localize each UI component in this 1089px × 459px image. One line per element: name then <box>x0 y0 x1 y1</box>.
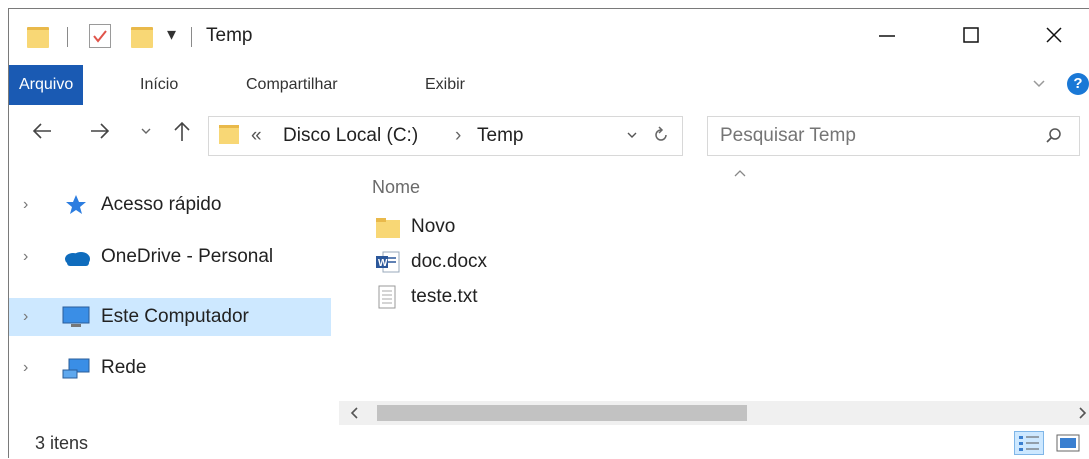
star-pin-icon <box>61 193 91 217</box>
folder-icon <box>219 125 239 144</box>
file-row[interactable]: teste.txt <box>375 281 478 313</box>
chevron-left-icon <box>350 407 358 419</box>
arrow-right-icon <box>91 123 110 139</box>
address-history-button[interactable] <box>625 128 639 147</box>
refresh-button[interactable] <box>651 125 671 150</box>
file-row[interactable]: W doc.docx <box>375 246 487 278</box>
maximize-icon <box>963 27 979 43</box>
close-icon <box>1046 27 1062 43</box>
new-folder-button[interactable] <box>131 27 153 48</box>
breadcrumb-temp[interactable]: Temp <box>477 125 523 147</box>
sidebar-item-este-computador[interactable]: › Este Computador <box>9 298 331 336</box>
tab-arquivo[interactable]: Arquivo <box>9 65 84 105</box>
properties-button[interactable] <box>89 24 111 48</box>
large-icons-view-icon <box>1056 434 1080 452</box>
sidebar-item-rede[interactable]: › Rede <box>9 349 331 387</box>
sidebar-item-acesso-rapido[interactable]: › Acesso rápido <box>9 186 331 224</box>
tab-compartilhar[interactable]: Compartilhar <box>246 65 338 105</box>
ribbon-tabs: Arquivo Início Compartilhar Exibir ? <box>9 65 1089 105</box>
horizontal-scrollbar[interactable] <box>339 401 1089 425</box>
file-list-pane: Nome Novo W doc.docx teste.txt <box>339 159 1089 401</box>
network-icon <box>61 356 91 380</box>
breadcrumb-overflow[interactable]: « <box>251 125 262 147</box>
arrow-left-icon <box>32 123 51 139</box>
help-button[interactable]: ? <box>1067 73 1089 95</box>
search-box[interactable] <box>707 116 1080 156</box>
text-file-icon <box>375 285 401 309</box>
close-button[interactable] <box>1034 15 1074 55</box>
search-icon[interactable] <box>1044 126 1064 151</box>
file-name: doc.docx <box>411 251 488 272</box>
tab-inicio[interactable]: Início <box>140 65 178 105</box>
scroll-left-button[interactable] <box>347 405 361 426</box>
large-icons-view-button[interactable] <box>1055 433 1081 458</box>
back-button[interactable] <box>31 120 53 147</box>
item-count: 3 itens <box>35 433 89 453</box>
word-doc-icon: W <box>375 250 401 274</box>
chevron-down-icon <box>627 132 637 138</box>
chevron-right-icon[interactable]: › <box>23 308 37 326</box>
forward-button[interactable] <box>89 120 111 147</box>
sidebar-item-label: Este Computador <box>101 306 249 327</box>
address-bar[interactable]: « Disco Local (C:) › Temp <box>208 116 683 156</box>
sidebar-item-label: OneDrive - Personal <box>101 246 274 267</box>
arrow-up-icon <box>174 121 190 141</box>
sort-ascending-icon <box>733 165 747 183</box>
search-input[interactable] <box>718 123 1022 149</box>
folder-icon <box>375 215 401 239</box>
breadcrumb-disco-local[interactable]: Disco Local (C:) <box>283 125 418 147</box>
chevron-down-icon <box>141 128 151 134</box>
scrollbar-thumb[interactable] <box>377 405 747 421</box>
minimize-icon <box>879 35 895 37</box>
chevron-right-icon[interactable]: › <box>23 248 37 266</box>
customize-toolbar-icon[interactable]: ▾ <box>167 24 176 45</box>
cloud-icon <box>61 245 91 269</box>
separator <box>191 27 192 47</box>
status-bar: 3 itens <box>9 429 1089 458</box>
separator <box>67 27 68 47</box>
breadcrumb-separator[interactable]: › <box>455 125 461 147</box>
file-explorer-window: ▾ Temp Arquivo Início Compartilhar Exibi… <box>8 8 1089 458</box>
title-bar: ▾ Temp <box>9 9 1089 64</box>
sidebar-item-label: Acesso rápido <box>101 194 222 215</box>
recent-locations-button[interactable] <box>139 124 153 143</box>
ribbon-expand-button[interactable] <box>1031 75 1047 96</box>
maximize-button[interactable] <box>951 15 991 55</box>
chevron-right-icon <box>1079 407 1087 419</box>
up-button[interactable] <box>171 119 193 148</box>
chevron-right-icon[interactable]: › <box>23 196 37 214</box>
svg-text:W: W <box>378 258 388 269</box>
folder-icon <box>27 27 49 48</box>
computer-icon <box>61 305 91 329</box>
chevron-right-icon[interactable]: › <box>23 359 37 377</box>
sidebar-item-onedrive[interactable]: › OneDrive - Personal <box>9 238 331 276</box>
file-name: teste.txt <box>411 286 478 307</box>
tab-exibir[interactable]: Exibir <box>425 65 465 105</box>
details-view-button[interactable] <box>1014 431 1044 455</box>
column-header-name[interactable]: Nome <box>372 177 420 198</box>
file-row[interactable]: Novo <box>375 211 455 243</box>
navigation-pane: › Acesso rápido › OneDrive - Personal › … <box>9 159 339 404</box>
sidebar-item-label: Rede <box>101 357 147 378</box>
details-view-icon <box>1019 436 1039 451</box>
minimize-button[interactable] <box>867 15 907 55</box>
scroll-right-button[interactable] <box>1076 405 1089 426</box>
refresh-icon <box>655 126 667 141</box>
chevron-down-icon <box>1033 80 1045 88</box>
checkmark-icon <box>93 30 107 43</box>
window-title: Temp <box>206 25 253 46</box>
file-name: Novo <box>411 216 456 237</box>
